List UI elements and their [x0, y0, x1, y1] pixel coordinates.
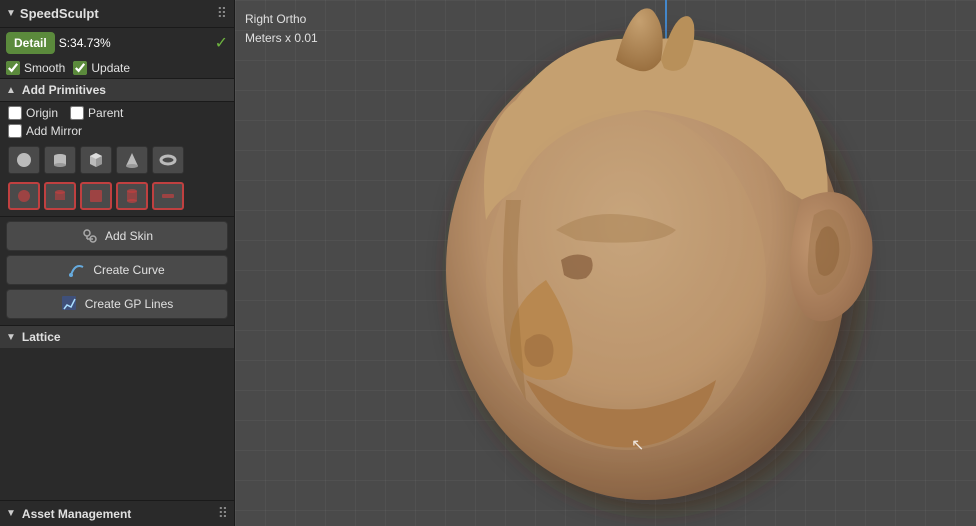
cylinder-button[interactable]: [44, 146, 76, 174]
cube-button[interactable]: [80, 146, 112, 174]
add-mirror-row: Add Mirror: [0, 124, 234, 142]
update-checkbox[interactable]: [73, 61, 87, 75]
parent-checkbox[interactable]: [70, 106, 84, 120]
asset-mgmt-arrow: ▼: [6, 508, 16, 519]
asset-management-title: Asset Management: [22, 507, 131, 521]
origin-checkbox[interactable]: [8, 106, 22, 120]
origin-parent-row: Origin Parent: [0, 102, 234, 124]
create-gp-lines-button[interactable]: Create GP Lines: [6, 289, 228, 319]
metaball-cube-button[interactable]: [80, 182, 112, 210]
smooth-label: Smooth: [24, 61, 65, 75]
add-skin-button[interactable]: Add Skin: [6, 221, 228, 251]
detail-row: Detail S:34.73% ✓: [0, 28, 234, 58]
create-gp-lines-label: Create GP Lines: [85, 297, 174, 311]
detail-confirm-icon[interactable]: ✓: [215, 33, 228, 53]
add-skin-icon: [81, 227, 99, 245]
metaball-cylinder-button[interactable]: [44, 182, 76, 210]
metaball-button[interactable]: [8, 182, 40, 210]
shapes-row-bottom: [0, 178, 234, 214]
create-gp-icon: [61, 295, 79, 313]
shapes-row-top: [0, 142, 234, 178]
svg-text:↖: ↖: [631, 437, 644, 454]
origin-checkbox-label[interactable]: Origin: [8, 106, 58, 120]
create-curve-icon: [69, 261, 87, 279]
sphere-button[interactable]: [8, 146, 40, 174]
create-curve-button[interactable]: Create Curve: [6, 255, 228, 285]
cone-button[interactable]: [116, 146, 148, 174]
panel-title: SpeedSculpt: [20, 6, 217, 21]
primitives-arrow: ▲: [6, 85, 16, 96]
metaball-capsule-button[interactable]: [116, 182, 148, 210]
add-mirror-checkbox[interactable]: [8, 124, 22, 138]
add-mirror-label: Add Mirror: [26, 124, 82, 138]
detail-button[interactable]: Detail: [6, 32, 55, 54]
left-panel: ▼ SpeedSculpt ⠿ Detail S:34.73% ✓ Smooth…: [0, 0, 235, 526]
lattice-section[interactable]: ▼ Lattice: [0, 325, 234, 348]
smooth-checkbox-label[interactable]: Smooth: [6, 61, 65, 75]
update-label: Update: [91, 61, 130, 75]
sculpture-svg: ↖: [266, 0, 946, 526]
asset-mgmt-dots: ⠿: [218, 505, 228, 522]
add-mirror-checkbox-label[interactable]: Add Mirror: [8, 124, 82, 138]
lattice-arrow: ▼: [6, 332, 16, 343]
asset-management-section[interactable]: ▼ Asset Management ⠿: [0, 500, 234, 526]
origin-label: Origin: [26, 106, 58, 120]
smooth-row: Smooth Update: [0, 58, 234, 78]
panel-drag-dots: ⠿: [217, 5, 228, 22]
update-checkbox-label[interactable]: Update: [73, 61, 130, 75]
panel-collapse-arrow[interactable]: ▼: [6, 8, 16, 19]
add-skin-label: Add Skin: [105, 229, 153, 243]
parent-label: Parent: [88, 106, 123, 120]
sculpture-container: ↖: [235, 0, 976, 526]
add-primitives-title: Add Primitives: [22, 83, 106, 97]
smooth-checkbox[interactable]: [6, 61, 20, 75]
add-primitives-section[interactable]: ▲ Add Primitives: [0, 78, 234, 102]
torus-button[interactable]: [152, 146, 184, 174]
parent-checkbox-label[interactable]: Parent: [70, 106, 123, 120]
viewport[interactable]: Right Ortho Meters x 0.01: [235, 0, 976, 526]
create-curve-label: Create Curve: [93, 263, 164, 277]
lattice-title: Lattice: [22, 330, 61, 344]
metaball-plane-button[interactable]: [152, 182, 184, 210]
detail-value: S:34.73%: [59, 36, 111, 50]
panel-header[interactable]: ▼ SpeedSculpt ⠿: [0, 0, 234, 28]
